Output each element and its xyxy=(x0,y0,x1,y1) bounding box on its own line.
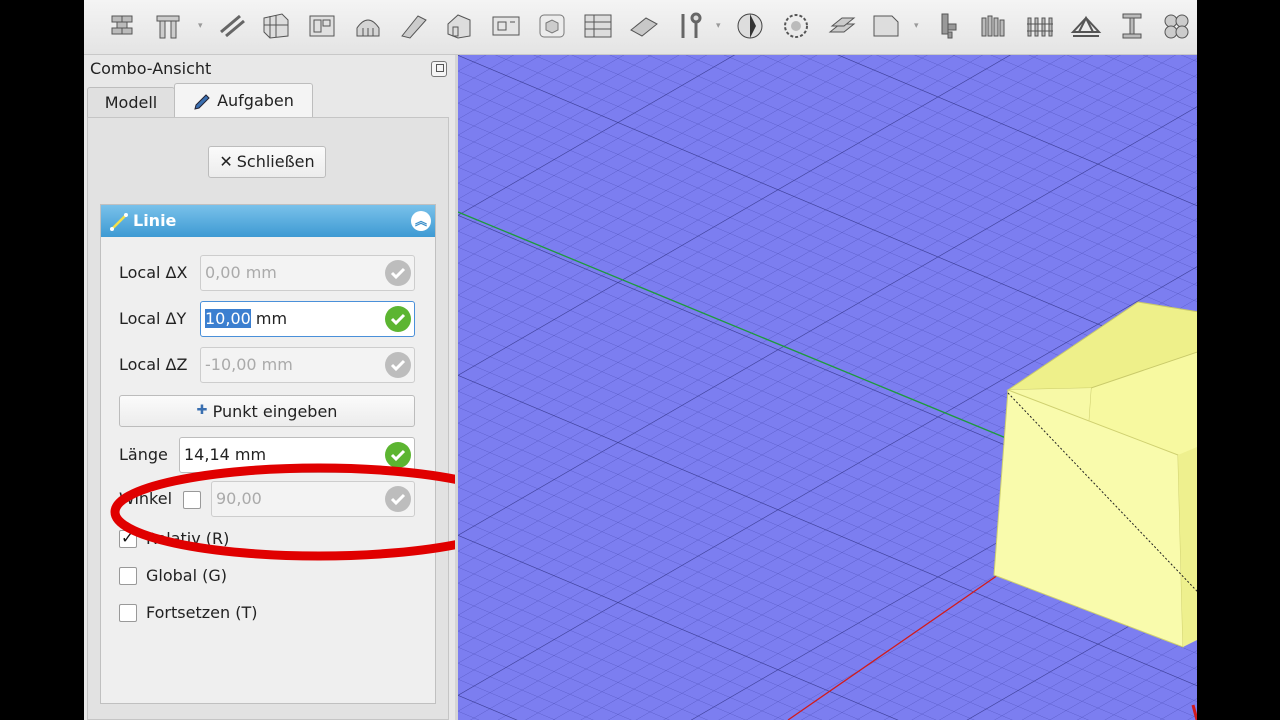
relative-label: Relativ (R) xyxy=(146,529,230,548)
global-label: Global (G) xyxy=(146,566,228,585)
pipe-icon[interactable] xyxy=(674,10,706,42)
3d-viewport[interactable] xyxy=(458,55,1197,720)
pin-icon: ✚ xyxy=(196,403,208,418)
checkmark-icon xyxy=(385,260,411,286)
arch-toolbar: ▾ ▾ ▾ xyxy=(84,0,1197,55)
tab-aufgaben-label: Aufgaben xyxy=(217,91,294,110)
material-icon[interactable] xyxy=(934,10,966,42)
components-icon[interactable] xyxy=(1160,10,1192,42)
stairs-icon[interactable] xyxy=(398,10,430,42)
length-label: Länge xyxy=(119,445,168,464)
enter-point-label: Punkt eingeben xyxy=(212,402,338,421)
tab-modell[interactable]: Modell xyxy=(87,87,175,117)
panel-icon[interactable] xyxy=(490,10,522,42)
rebar-icon[interactable] xyxy=(216,10,248,42)
space-icon[interactable] xyxy=(780,10,812,42)
float-panel-icon[interactable] xyxy=(431,61,447,77)
line-taskbox-title: Linie xyxy=(133,211,177,230)
combo-view-title: Combo-Ansicht xyxy=(90,59,212,78)
local-dy-label: Local ΔY xyxy=(119,309,187,328)
close-button-label: Schließen xyxy=(236,152,315,171)
checkmark-icon xyxy=(385,442,411,468)
local-dz-input[interactable]: -10,00 mm xyxy=(200,347,415,383)
local-dy-unit: mm xyxy=(250,309,288,328)
fence-icon[interactable] xyxy=(1024,10,1056,42)
dropdown-arrow-icon[interactable]: ▾ xyxy=(914,22,922,31)
dome-icon[interactable] xyxy=(352,10,384,42)
local-dx-value: 0,00 mm xyxy=(205,263,277,282)
collapse-icon[interactable]: ︽ xyxy=(411,211,431,231)
window-icon[interactable] xyxy=(306,10,338,42)
line-taskbox: Linie ︽ Local ΔX 0,00 mm Local ΔY 10,00 … xyxy=(100,204,436,704)
line-icon xyxy=(109,211,129,231)
local-dx-label: Local ΔX xyxy=(119,263,188,282)
pencil-icon xyxy=(193,88,213,110)
angle-label: Winkel xyxy=(119,489,173,508)
profile-icon[interactable] xyxy=(1116,10,1148,42)
column-icon[interactable] xyxy=(978,10,1010,42)
roof-icon[interactable] xyxy=(628,10,660,42)
building-icon[interactable] xyxy=(444,10,476,42)
length-value: 14,14 mm xyxy=(184,445,267,464)
dropdown-arrow-icon[interactable]: ▾ xyxy=(716,22,724,31)
frame-icon[interactable] xyxy=(582,10,614,42)
combo-view-panel: Combo-Ansicht Modell Aufgaben ✕ Schließen… xyxy=(84,55,528,720)
curtainwall-icon[interactable] xyxy=(260,10,292,42)
equipment-icon[interactable] xyxy=(536,10,568,42)
axis-icon[interactable] xyxy=(734,10,766,42)
truss-icon[interactable] xyxy=(1070,10,1102,42)
freecad-window: ▾ ▾ ▾ Combo-Ansicht Modell Aufgaben ✕ Sc… xyxy=(84,0,1197,720)
task-panel: ✕ Schließen Linie ︽ Local ΔX 0,00 mm Loc… xyxy=(87,117,449,720)
checkmark-icon xyxy=(385,486,411,512)
relative-checkbox[interactable] xyxy=(119,528,137,548)
global-checkbox[interactable] xyxy=(119,567,137,585)
structure-icon[interactable] xyxy=(154,10,186,42)
close-button[interactable]: ✕ Schließen xyxy=(208,146,326,178)
local-dz-label: Local ΔZ xyxy=(119,355,188,374)
local-dx-input[interactable]: 0,00 mm xyxy=(200,255,415,291)
angle-input[interactable]: 90,00 xyxy=(211,481,415,517)
continue-label: Fortsetzen (T) xyxy=(146,603,258,622)
wall-icon[interactable] xyxy=(108,10,140,42)
angle-lock-checkbox[interactable] xyxy=(183,491,201,509)
tab-aufgaben[interactable]: Aufgaben xyxy=(174,83,313,117)
local-dy-selected-value: 10,00 xyxy=(205,309,251,328)
cut-plane-icon[interactable] xyxy=(826,10,858,42)
continue-checkbox[interactable] xyxy=(119,604,137,622)
dropdown-arrow-icon[interactable]: ▾ xyxy=(198,22,206,31)
local-dy-input[interactable]: 10,00 mm xyxy=(200,301,415,337)
grid-canvas xyxy=(458,55,1197,720)
length-input[interactable]: 14,14 mm xyxy=(179,437,415,473)
line-taskbox-header[interactable]: Linie ︽ xyxy=(101,205,435,237)
checkmark-icon xyxy=(385,352,411,378)
checkmark-icon xyxy=(385,306,411,332)
stairs2-icon[interactable] xyxy=(870,10,902,42)
angle-value: 90,00 xyxy=(216,489,262,508)
close-icon: ✕ xyxy=(219,152,233,171)
enter-point-button[interactable]: ✚ Punkt eingeben xyxy=(119,395,415,427)
local-dz-value: -10,00 mm xyxy=(205,355,293,374)
